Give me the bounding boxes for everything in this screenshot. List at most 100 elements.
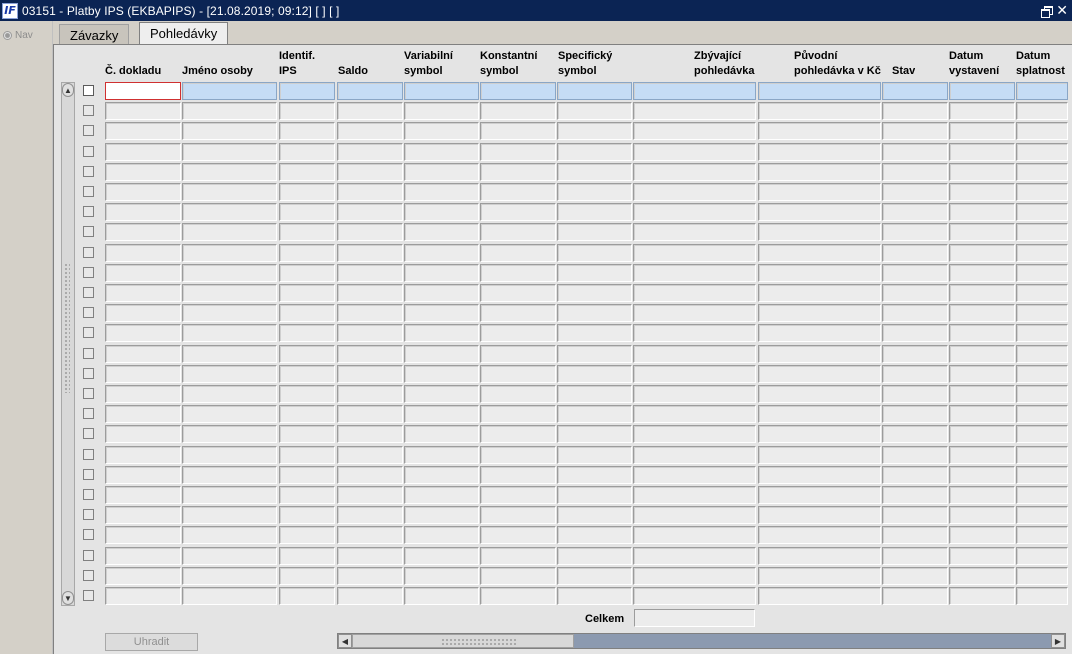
table-cell-zbyvajici[interactable]: [633, 446, 756, 464]
table-cell-puvodni[interactable]: [758, 284, 881, 302]
table-cell-splatnost[interactable]: [1016, 284, 1068, 302]
table-cell-zbyvajici[interactable]: [633, 304, 756, 322]
table-cell-doklad[interactable]: [105, 405, 181, 423]
table-cell-ks[interactable]: [480, 304, 556, 322]
row-checkbox[interactable]: [83, 186, 94, 197]
table-cell-vs[interactable]: [404, 526, 479, 544]
table-cell-identif[interactable]: [279, 203, 335, 221]
table-cell-identif[interactable]: [279, 122, 335, 140]
table-cell-vystaveni[interactable]: [949, 345, 1015, 363]
table-cell-vs[interactable]: [404, 163, 479, 181]
table-cell-zbyvajici[interactable]: [633, 567, 756, 585]
table-cell-puvodni[interactable]: [758, 122, 881, 140]
table-cell-jmeno[interactable]: [182, 567, 277, 585]
table-cell-doklad[interactable]: [105, 102, 181, 120]
table-cell-ss[interactable]: [557, 446, 632, 464]
table-cell-puvodni[interactable]: [758, 587, 881, 605]
table-cell-ss[interactable]: [557, 345, 632, 363]
table-cell-ss[interactable]: [557, 122, 632, 140]
table-cell-doklad[interactable]: [105, 122, 181, 140]
table-cell-doklad[interactable]: [105, 143, 181, 161]
table-cell-vystaveni[interactable]: [949, 324, 1015, 342]
table-cell-vystaveni[interactable]: [949, 385, 1015, 403]
table-cell-vystaveni[interactable]: [949, 284, 1015, 302]
row-checkbox[interactable]: [83, 529, 94, 540]
table-cell-vs[interactable]: [404, 425, 479, 443]
table-cell-identif[interactable]: [279, 526, 335, 544]
table-cell-vystaveni[interactable]: [949, 486, 1015, 504]
table-cell-vs[interactable]: [404, 82, 479, 100]
table-cell-ks[interactable]: [480, 163, 556, 181]
table-cell-jmeno[interactable]: [182, 163, 277, 181]
table-cell-vs[interactable]: [404, 385, 479, 403]
table-cell-stav[interactable]: [882, 264, 948, 282]
table-cell-vs[interactable]: [404, 345, 479, 363]
table-cell-vs[interactable]: [404, 102, 479, 120]
table-cell-ks[interactable]: [480, 547, 556, 565]
table-cell-puvodni[interactable]: [758, 506, 881, 524]
table-cell-splatnost[interactable]: [1016, 365, 1068, 383]
close-window-icon[interactable]: ✕: [1056, 4, 1068, 18]
table-cell-ks[interactable]: [480, 284, 556, 302]
table-cell-zbyvajici[interactable]: [633, 385, 756, 403]
table-cell-splatnost[interactable]: [1016, 547, 1068, 565]
table-cell-vs[interactable]: [404, 405, 479, 423]
table-cell-saldo[interactable]: [337, 324, 403, 342]
table-cell-splatnost[interactable]: [1016, 425, 1068, 443]
table-cell-vystaveni[interactable]: [949, 587, 1015, 605]
table-cell-stav[interactable]: [882, 203, 948, 221]
table-cell-jmeno[interactable]: [182, 466, 277, 484]
table-cell-doklad[interactable]: [105, 506, 181, 524]
table-cell-stav[interactable]: [882, 122, 948, 140]
pay-button[interactable]: Uhradit: [105, 633, 198, 651]
table-cell-doklad[interactable]: [105, 547, 181, 565]
table-cell-doklad[interactable]: [105, 223, 181, 241]
table-cell-splatnost[interactable]: [1016, 163, 1068, 181]
table-cell-jmeno[interactable]: [182, 82, 277, 100]
table-cell-saldo[interactable]: [337, 163, 403, 181]
table-cell-ss[interactable]: [557, 587, 632, 605]
table-cell-saldo[interactable]: [337, 486, 403, 504]
table-cell-zbyvajici[interactable]: [633, 486, 756, 504]
table-cell-ss[interactable]: [557, 486, 632, 504]
table-cell-zbyvajici[interactable]: [633, 526, 756, 544]
table-cell-vs[interactable]: [404, 567, 479, 585]
table-cell-stav[interactable]: [882, 587, 948, 605]
table-cell-ss[interactable]: [557, 324, 632, 342]
table-cell-zbyvajici[interactable]: [633, 122, 756, 140]
table-cell-zbyvajici[interactable]: [633, 345, 756, 363]
table-cell-identif[interactable]: [279, 143, 335, 161]
column-header-jmeno[interactable]: Jméno osoby: [182, 64, 253, 79]
table-cell-doklad[interactable]: [105, 324, 181, 342]
table-cell-identif[interactable]: [279, 183, 335, 201]
horizontal-scrollbar[interactable]: ◀ ▶: [337, 633, 1066, 649]
row-checkbox[interactable]: [83, 166, 94, 177]
table-cell-vystaveni[interactable]: [949, 466, 1015, 484]
table-cell-zbyvajici[interactable]: [633, 244, 756, 262]
table-cell-saldo[interactable]: [337, 82, 403, 100]
table-cell-saldo[interactable]: [337, 587, 403, 605]
table-cell-saldo[interactable]: [337, 264, 403, 282]
table-cell-jmeno[interactable]: [182, 203, 277, 221]
table-cell-stav[interactable]: [882, 163, 948, 181]
table-cell-identif[interactable]: [279, 587, 335, 605]
table-cell-puvodni[interactable]: [758, 345, 881, 363]
table-cell-saldo[interactable]: [337, 365, 403, 383]
table-cell-zbyvajici[interactable]: [633, 365, 756, 383]
table-cell-doklad[interactable]: [105, 284, 181, 302]
row-checkbox[interactable]: [83, 307, 94, 318]
table-cell-identif[interactable]: [279, 82, 335, 100]
table-cell-ks[interactable]: [480, 385, 556, 403]
tab-pohledavky[interactable]: Pohledávky: [139, 22, 229, 45]
column-header-ss[interactable]: Specifický symbol: [558, 49, 612, 79]
table-cell-identif[interactable]: [279, 446, 335, 464]
table-cell-doklad[interactable]: [105, 304, 181, 322]
table-cell-ss[interactable]: [557, 203, 632, 221]
column-header-saldo[interactable]: Saldo: [338, 64, 368, 79]
table-cell-vystaveni[interactable]: [949, 102, 1015, 120]
column-header-zbyvajici[interactable]: Zbývající pohledávka: [694, 49, 755, 79]
table-cell-vs[interactable]: [404, 547, 479, 565]
table-cell-stav[interactable]: [882, 143, 948, 161]
table-cell-puvodni[interactable]: [758, 425, 881, 443]
table-cell-zbyvajici[interactable]: [633, 102, 756, 120]
